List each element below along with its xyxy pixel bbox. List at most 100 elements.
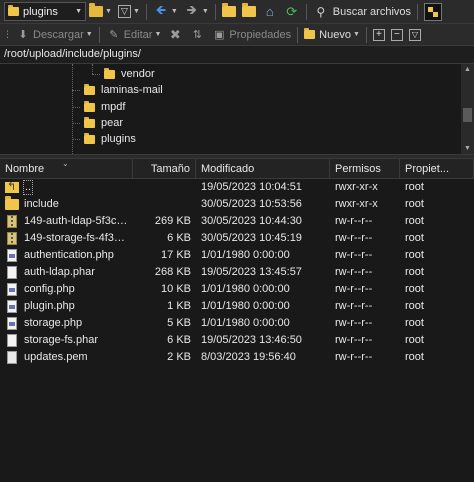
tree-node-label: mpdf [101, 101, 126, 113]
refresh-button[interactable]: ⟳ [281, 2, 303, 22]
file-row[interactable]: plugin.php 1 KB 1/01/1980 0:00:00 rw-r--r--… [0, 298, 474, 315]
location-combo[interactable]: plugins ▼ [4, 2, 86, 21]
file-name-cell: auth-ldap.phar [0, 264, 133, 281]
file-name-cell: updates.pem [0, 349, 133, 366]
home-button[interactable]: ⌂ [259, 2, 281, 22]
file-row[interactable]: storage-fs.phar 6 KB 19/05/2023 13:46:50 rw… [0, 332, 474, 349]
file-owner: root [405, 198, 424, 210]
tree-node-plugins[interactable]: plugins [84, 131, 136, 147]
filter-icon: ▽ [408, 28, 421, 41]
column-header-label: Permisos [335, 163, 381, 175]
tree-node-mpdf[interactable]: mpdf [84, 99, 125, 115]
edit-button[interactable]: ✎ Editar ▼ [103, 25, 165, 45]
chevron-down-icon: ▼ [170, 8, 178, 15]
file-modified: 8/03/2023 19:56:40 [201, 351, 296, 363]
file-row[interactable]: storage.php 5 KB 1/01/1980 0:00:00 rw-r--r-… [0, 315, 474, 332]
file-row[interactable]: .. 19/05/2023 10:04:51 rwxr-xr-x root [0, 179, 474, 196]
filter-button[interactable]: ▽ ▼ [115, 2, 143, 22]
file-name-cell: storage.php [0, 315, 133, 332]
forward-button[interactable]: 🡺 ▼ [181, 2, 212, 22]
toolbar-separator [305, 3, 307, 20]
file-name: .. [22, 180, 34, 195]
file-modified: 30/05/2023 10:45:19 [201, 232, 302, 244]
file-icon [7, 266, 17, 279]
path-bar[interactable]: /root/upload/include/plugins/ [0, 46, 474, 64]
file-row[interactable]: include 30/05/2023 10:53:56 rwxr-xr-x root [0, 196, 474, 213]
toolbar-separator [214, 3, 216, 20]
toggle-panel-button[interactable] [421, 2, 445, 22]
directory-tree: vendor laminas-mail mpdf pear plugins ▲ … [0, 64, 474, 154]
column-header-permissions[interactable]: Permisos [330, 159, 400, 179]
toolbar-separator [145, 3, 147, 20]
file-toolbar: ⋮ ⬇ Descargar ▼ ✎ Editar ▼ ✖ ⇅ ▣ Propied… [0, 24, 474, 46]
tree-scrollbar[interactable]: ▲ ▼ [461, 64, 474, 154]
file-row[interactable]: 149-auth-ldap-5f3c9.... 269 KB 30/05/2023 … [0, 213, 474, 230]
chevron-down-icon: ▼ [105, 8, 112, 15]
php-file-icon [7, 249, 17, 262]
tree-node-laminas-mail[interactable]: laminas-mail [84, 82, 163, 98]
main-toolbar: plugins ▼ ▼ ▽ ▼ 🡸 ▼ 🡺 ▼ ⌂ ⟳ ⚲ Buscar arc… [0, 0, 474, 24]
root-directory-button[interactable] [239, 2, 259, 22]
column-header-label: Propiet... [405, 163, 450, 175]
file-owner: root [405, 300, 424, 312]
file-owner: root [405, 283, 424, 295]
file-size: 1 KB [167, 300, 191, 312]
chevron-down-icon: ▼ [352, 31, 360, 38]
tree-node-label: pear [101, 117, 124, 129]
download-button[interactable]: ⬇ Descargar ▼ [12, 25, 96, 45]
sort-caret-icon: ⌄ [62, 159, 69, 168]
file-permissions: rw-r--r-- [335, 232, 373, 244]
delete-button[interactable]: ✖ [164, 25, 186, 45]
filter-files-button[interactable]: ▽ [406, 25, 424, 45]
file-size: 5 KB [167, 317, 191, 329]
file-name-cell: config.php [0, 281, 133, 298]
file-size: 2 KB [167, 351, 191, 363]
forward-arrow-icon: 🡺 [186, 1, 198, 17]
find-files-button[interactable]: ⚲ Buscar archivos [310, 2, 414, 22]
folder-icon [84, 132, 95, 144]
file-size [133, 179, 196, 196]
file-row[interactable]: updates.pem 2 KB 8/03/2023 19:56:40 rw-r--r… [0, 349, 474, 366]
back-button[interactable]: 🡸 ▼ [150, 2, 181, 22]
file-size: 17 KB [161, 249, 191, 261]
file-owner: root [405, 317, 424, 329]
select-all-button[interactable]: + [370, 25, 388, 45]
file-permissions: rw-r--r-- [335, 334, 373, 346]
home-icon: ⌂ [265, 4, 274, 19]
properties-button[interactable]: ▣ Propiedades [208, 25, 294, 45]
folder-icon [84, 100, 95, 112]
folder-icon [8, 5, 19, 16]
unselect-button[interactable]: − [388, 25, 406, 45]
file-size: 10 KB [161, 283, 191, 295]
column-header-size[interactable]: Tamaño [133, 159, 196, 179]
file-name: authentication.php [24, 249, 114, 261]
toolbar-separator [98, 26, 100, 43]
parent-folder-icon [221, 3, 236, 17]
column-header-owner[interactable]: Propiet... [400, 159, 474, 179]
file-size: 6 KB [167, 334, 191, 346]
file-size [133, 196, 196, 213]
chevron-down-icon: ▼ [132, 8, 140, 15]
tree-node-vendor[interactable]: vendor [104, 66, 155, 82]
scroll-thumb[interactable] [463, 108, 472, 122]
tree-node-pear[interactable]: pear [84, 115, 123, 131]
parent-directory-button[interactable] [219, 2, 239, 22]
file-name: updates.pem [24, 351, 88, 363]
rename-button[interactable]: ⇅ [186, 25, 208, 45]
folder-icon [5, 196, 19, 210]
new-button[interactable]: Nuevo ▼ [301, 25, 363, 45]
file-owner: root [405, 249, 424, 261]
open-folder-button[interactable]: ▼ [86, 2, 115, 22]
column-header-label: Nombre [5, 163, 45, 175]
file-name: auth-ldap.phar [24, 266, 95, 278]
file-row[interactable]: auth-ldap.phar 268 KB 19/05/2023 13:45:57 r… [0, 264, 474, 281]
file-row[interactable]: 149-storage-fs-4f3b6.... 6 KB 30/05/2023 1… [0, 230, 474, 247]
column-header-name[interactable]: ⌄ Nombre [0, 159, 133, 179]
folder-icon [84, 116, 95, 128]
scroll-down-icon: ▼ [464, 145, 471, 152]
column-header-modified[interactable]: Modificado [196, 159, 330, 179]
file-row[interactable]: authentication.php 17 KB 1/01/1980 0:00:00… [0, 247, 474, 264]
file-row[interactable]: config.php 10 KB 1/01/1980 0:00:00 rw-r--r-… [0, 281, 474, 298]
chevron-down-icon: ▼ [75, 8, 82, 15]
file-modified: 19/05/2023 10:04:51 [201, 181, 302, 193]
